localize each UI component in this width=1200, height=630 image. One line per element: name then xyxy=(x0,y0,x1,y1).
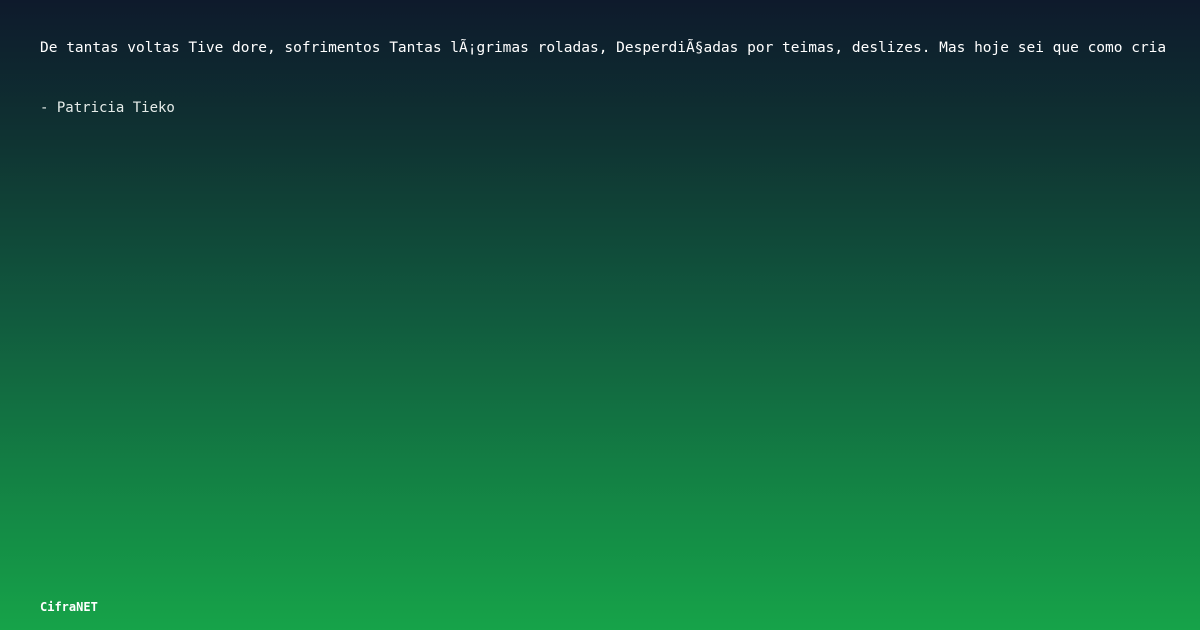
quote-text: De tantas voltas Tive dore, sofrimentos … xyxy=(40,40,1167,56)
brand-name: CifraNET xyxy=(40,600,98,614)
share-card: { "card": { "quote": "De tantas voltas T… xyxy=(0,0,1200,630)
quote-author: - Patricia Tieko xyxy=(40,100,175,116)
